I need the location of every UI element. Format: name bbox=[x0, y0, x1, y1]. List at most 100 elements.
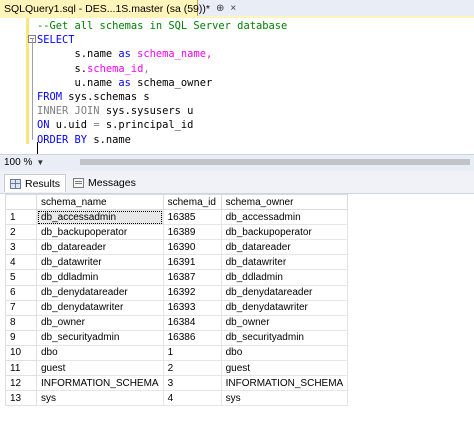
table-cell[interactable]: db_denydatareader bbox=[220, 284, 349, 301]
table-cell[interactable]: 16393 bbox=[162, 299, 222, 316]
table-cell[interactable]: guest bbox=[36, 360, 164, 377]
query-tab[interactable]: SQLQuery1.sql - DES...1S.master (sa (59)… bbox=[0, 0, 236, 17]
table-cell[interactable]: db_denydatawriter bbox=[36, 299, 164, 316]
table-row[interactable]: 11 guest 2 guest bbox=[5, 360, 349, 377]
row-number[interactable]: 12 bbox=[5, 375, 37, 392]
code-token: as bbox=[118, 76, 131, 89]
table-row[interactable]: 12 INFORMATION_SCHEMA 3 INFORMATION_SCHEMA bbox=[5, 375, 349, 392]
sql-code[interactable]: --Get all schemas in SQL Server database… bbox=[37, 19, 287, 147]
table-cell[interactable]: db_denydatawriter bbox=[220, 299, 349, 316]
row-number[interactable]: 5 bbox=[5, 269, 37, 286]
row-number[interactable]: 1 bbox=[5, 209, 37, 226]
row-number[interactable]: 3 bbox=[5, 239, 37, 256]
table-cell[interactable]: 3 bbox=[162, 375, 222, 392]
table-row[interactable]: 5 db_ddladmin 16387 db_ddladmin bbox=[5, 269, 349, 286]
table-cell[interactable]: db_denydatareader bbox=[36, 284, 164, 301]
table-cell[interactable]: 4 bbox=[162, 390, 222, 407]
table-cell[interactable]: db_accessadmin bbox=[36, 209, 164, 226]
query-editor[interactable]: − --Get all schemas in SQL Server databa… bbox=[0, 18, 474, 154]
table-cell[interactable]: db_backupoperator bbox=[36, 224, 164, 241]
row-number[interactable]: 13 bbox=[5, 390, 37, 407]
row-number[interactable]: 11 bbox=[5, 360, 37, 377]
table-row[interactable]: 6 db_denydatareader 16392 db_denydatareader bbox=[5, 284, 349, 301]
table-cell[interactable]: 16387 bbox=[162, 269, 222, 286]
table-cell[interactable]: 16392 bbox=[162, 284, 222, 301]
table-cell[interactable]: INFORMATION_SCHEMA bbox=[36, 375, 164, 392]
code-token: s.principal_id bbox=[105, 119, 194, 132]
table-cell[interactable]: db_owner bbox=[220, 314, 349, 331]
table-row[interactable]: 10 dbo 1 dbo bbox=[5, 344, 349, 362]
table-row[interactable]: 8 db_owner 16384 db_owner bbox=[5, 314, 349, 331]
code-token: s.name bbox=[93, 133, 131, 146]
table-cell[interactable]: db_datareader bbox=[36, 239, 164, 256]
table-cell[interactable]: db_datareader bbox=[220, 239, 349, 256]
results-table: schema_name schema_id schema_owner 1 db_a… bbox=[5, 193, 349, 407]
table-cell[interactable]: 16386 bbox=[162, 329, 222, 346]
row-number[interactable]: 9 bbox=[5, 329, 37, 346]
row-number-header[interactable] bbox=[5, 193, 37, 211]
select-keyword: SELECT bbox=[37, 34, 75, 47]
code-token: s. bbox=[74, 62, 88, 75]
table-cell[interactable]: db_backupoperator bbox=[220, 224, 349, 241]
row-number[interactable]: 10 bbox=[5, 344, 37, 362]
table-cell[interactable]: 16384 bbox=[162, 314, 222, 331]
row-number[interactable]: 2 bbox=[5, 224, 37, 241]
table-row[interactable]: 2 db_backupoperator 16389 db_backupoperator bbox=[5, 224, 349, 241]
tab-messages-label: Messages bbox=[88, 177, 136, 189]
table-cell[interactable]: sys bbox=[36, 390, 164, 407]
table-cell[interactable]: 2 bbox=[162, 360, 222, 377]
column-header[interactable]: schema_owner bbox=[220, 193, 349, 211]
column-header[interactable]: schema_id bbox=[162, 193, 222, 211]
tab-results[interactable]: Results bbox=[4, 174, 67, 192]
row-number[interactable]: 7 bbox=[5, 299, 37, 316]
editor-gutter bbox=[0, 18, 27, 154]
table-cell[interactable]: db_accessadmin bbox=[220, 209, 349, 226]
column-header[interactable]: schema_name bbox=[36, 193, 164, 211]
row-number[interactable]: 4 bbox=[5, 254, 37, 271]
pin-icon[interactable]: ⊕ bbox=[216, 3, 224, 14]
query-tab-title: SQLQuery1.sql - DES...1S.master (sa (59)… bbox=[4, 2, 210, 15]
code-token: ON bbox=[37, 119, 50, 132]
table-cell[interactable]: 16389 bbox=[162, 224, 222, 241]
row-number[interactable]: 8 bbox=[5, 314, 37, 331]
code-token: s.name bbox=[74, 48, 113, 61]
close-icon[interactable]: × bbox=[230, 3, 236, 14]
table-row[interactable]: 1 db_accessadmin 16385 db_accessadmin bbox=[5, 209, 349, 226]
table-cell[interactable]: db_securityadmin bbox=[220, 329, 349, 346]
table-cell[interactable]: guest bbox=[220, 360, 349, 377]
results-grid[interactable]: schema_name schema_id schema_owner 1 db_a… bbox=[0, 193, 474, 445]
code-token: ORDER BY bbox=[37, 133, 88, 146]
table-cell[interactable]: db_owner bbox=[36, 314, 164, 331]
table-cell[interactable]: 16391 bbox=[162, 254, 222, 271]
table-cell[interactable]: dbo bbox=[36, 344, 164, 362]
table-cell[interactable]: sys bbox=[220, 390, 349, 407]
table-cell[interactable]: 1 bbox=[162, 344, 222, 362]
table-row[interactable]: 13 sys 4 sys bbox=[5, 390, 349, 407]
table-row[interactable]: 3 db_datareader 16390 db_datareader bbox=[5, 239, 349, 256]
comment-line: --Get all schemas in SQL Server database bbox=[37, 20, 288, 32]
table-cell[interactable]: db_datawriter bbox=[220, 254, 349, 271]
table-cell[interactable]: db_ddladmin bbox=[36, 269, 164, 286]
header-row: schema_name schema_id schema_owner bbox=[5, 193, 349, 211]
zoom-value: 100 % bbox=[4, 157, 33, 168]
code-token: = bbox=[93, 119, 100, 132]
code-token: schema_id bbox=[87, 62, 144, 75]
table-cell[interactable]: 16390 bbox=[162, 239, 222, 256]
table-cell[interactable]: dbo bbox=[220, 344, 349, 362]
table-row[interactable]: 7 db_denydatawriter 16393 db_denydatawriter bbox=[5, 299, 349, 316]
row-number[interactable]: 6 bbox=[5, 284, 37, 301]
code-token: , bbox=[143, 62, 150, 75]
table-row[interactable]: 9 db_securityadmin 16386 db_securityadmin bbox=[5, 329, 349, 346]
horizontal-scrollbar[interactable] bbox=[80, 159, 470, 165]
code-token: sys.sysusers u bbox=[105, 105, 194, 118]
code-token: as bbox=[118, 48, 131, 61]
zoom-dropdown[interactable]: 100 % ▼ bbox=[4, 156, 44, 169]
code-token: u.name bbox=[74, 76, 113, 89]
table-cell[interactable]: db_datawriter bbox=[36, 254, 164, 271]
table-cell[interactable]: 16385 bbox=[162, 209, 222, 226]
table-row[interactable]: 4 db_datawriter 16391 db_datawriter bbox=[5, 254, 349, 271]
table-cell[interactable]: INFORMATION_SCHEMA bbox=[220, 375, 349, 392]
table-cell[interactable]: db_securityadmin bbox=[36, 329, 164, 346]
tab-messages[interactable]: Messages bbox=[68, 174, 141, 192]
table-cell[interactable]: db_ddladmin bbox=[220, 269, 349, 286]
